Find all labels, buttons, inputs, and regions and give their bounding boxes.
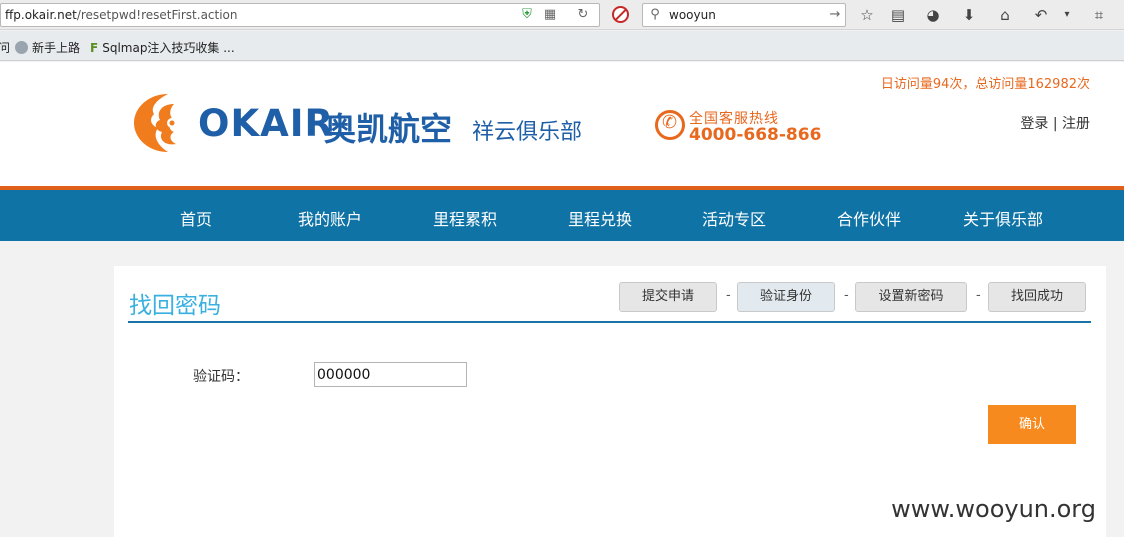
url-domain: ffp.okair.net xyxy=(5,8,77,22)
hotline-number: 4000-668-866 xyxy=(689,125,822,145)
nav-item-mileage-accrual[interactable]: 里程累积 xyxy=(433,206,497,230)
step-recovery-success: 找回成功 xyxy=(988,282,1086,312)
watermark: www.wooyun.org xyxy=(891,495,1096,523)
site-header: 日访问量94次，总访问量162982次 登录 | 注册 OKAIR 奥凯航空 祥… xyxy=(0,62,1124,186)
login-links: 登录 | 注册 xyxy=(1020,113,1090,133)
back-history-icon[interactable]: ↶ xyxy=(1031,5,1051,25)
url-text: ffp.okair.net/resetpwd!resetFirst.action xyxy=(5,8,238,22)
visit-stats: 日访问量94次，总访问量162982次 xyxy=(880,77,1090,92)
bookmark-item[interactable]: 新手上路 xyxy=(15,39,80,56)
search-icon: ⚲ xyxy=(650,7,660,22)
sqlmap-f-icon: F xyxy=(90,41,99,55)
verification-code-label: 验证码： xyxy=(193,369,249,385)
step-separator: - xyxy=(844,288,849,303)
step-separator: - xyxy=(976,288,981,303)
home-icon[interactable]: ⌂ xyxy=(995,5,1015,25)
browser-toolbar: ffp.okair.net/resetpwd!resetFirst.action… xyxy=(0,0,1124,30)
shield-icon[interactable]: ⛨ xyxy=(519,7,535,23)
bookmark-label: 新手上路 xyxy=(32,41,81,55)
step-verify-identity: 验证身份 xyxy=(737,282,835,312)
login-link[interactable]: 登录 xyxy=(1020,116,1048,132)
search-input[interactable]: wooyun xyxy=(669,8,716,22)
nav-item-about-club[interactable]: 关于俱乐部 xyxy=(963,206,1043,230)
nav-item-partners[interactable]: 合作伙伴 xyxy=(837,206,901,230)
nav-item-my-account[interactable]: 我的账户 xyxy=(298,206,362,230)
reset-password-panel: 找回密码 提交申请 - 验证身份 - 设置新密码 - 找回成功 验证码： 确认 … xyxy=(114,266,1106,537)
search-go-icon[interactable]: → xyxy=(827,7,843,23)
step-set-new-password: 设置新密码 xyxy=(855,282,967,312)
reload-icon[interactable]: ↻ xyxy=(575,7,591,23)
bookmark-item[interactable]: 问 xyxy=(0,39,10,56)
confirm-button[interactable]: 确认 xyxy=(988,405,1076,444)
phone-icon xyxy=(655,110,685,140)
bookmark-star-icon[interactable]: ☆ xyxy=(857,5,877,25)
logo-club-name: 祥云俱乐部 xyxy=(472,120,583,145)
download-icon[interactable]: ⬇ xyxy=(959,5,979,25)
register-link[interactable]: 注册 xyxy=(1062,116,1090,132)
block-script-icon[interactable] xyxy=(612,6,629,23)
reading-list-icon[interactable]: ▤ xyxy=(888,5,908,25)
bookmark-item[interactable]: F Sqlmap注入技巧收集 ... xyxy=(90,39,235,56)
address-bar[interactable]: ffp.okair.net/resetpwd!resetFirst.action… xyxy=(0,3,600,27)
globe-icon xyxy=(15,41,28,54)
step-submit-request: 提交申请 xyxy=(619,282,717,312)
cloud-emblem-icon xyxy=(134,94,177,152)
logo-chinese-name: 奥凯航空 xyxy=(324,110,453,148)
nav-item-promotions[interactable]: 活动专区 xyxy=(702,206,766,230)
main-nav: 首页 我的账户 里程累积 里程兑换 活动专区 合作伙伴 关于俱乐部 xyxy=(0,190,1124,241)
logo-okair: OKAIR xyxy=(198,102,335,145)
palette-icon[interactable]: ◕ xyxy=(923,5,943,25)
nav-item-home[interactable]: 首页 xyxy=(180,206,212,230)
page-title: 找回密码 xyxy=(129,293,221,319)
title-divider xyxy=(128,321,1091,323)
bookmarks-bar: 问 新手上路 F Sqlmap注入技巧收集 ... xyxy=(0,31,1124,61)
search-bar[interactable]: ⚲ wooyun → xyxy=(642,3,846,27)
qr-code-icon[interactable]: ▦ xyxy=(542,7,558,23)
nav-item-mileage-redemption[interactable]: 里程兑换 xyxy=(568,206,632,230)
verification-code-input[interactable] xyxy=(314,362,467,387)
url-path: /resetpwd!resetFirst.action xyxy=(76,8,238,22)
chevron-down-icon[interactable]: ▾ xyxy=(1057,5,1077,25)
crop-icon[interactable]: ⌗ xyxy=(1089,5,1109,25)
bookmark-label: Sqlmap注入技巧收集 ... xyxy=(102,41,235,55)
login-separator: | xyxy=(1052,116,1058,132)
step-separator: - xyxy=(726,288,731,303)
